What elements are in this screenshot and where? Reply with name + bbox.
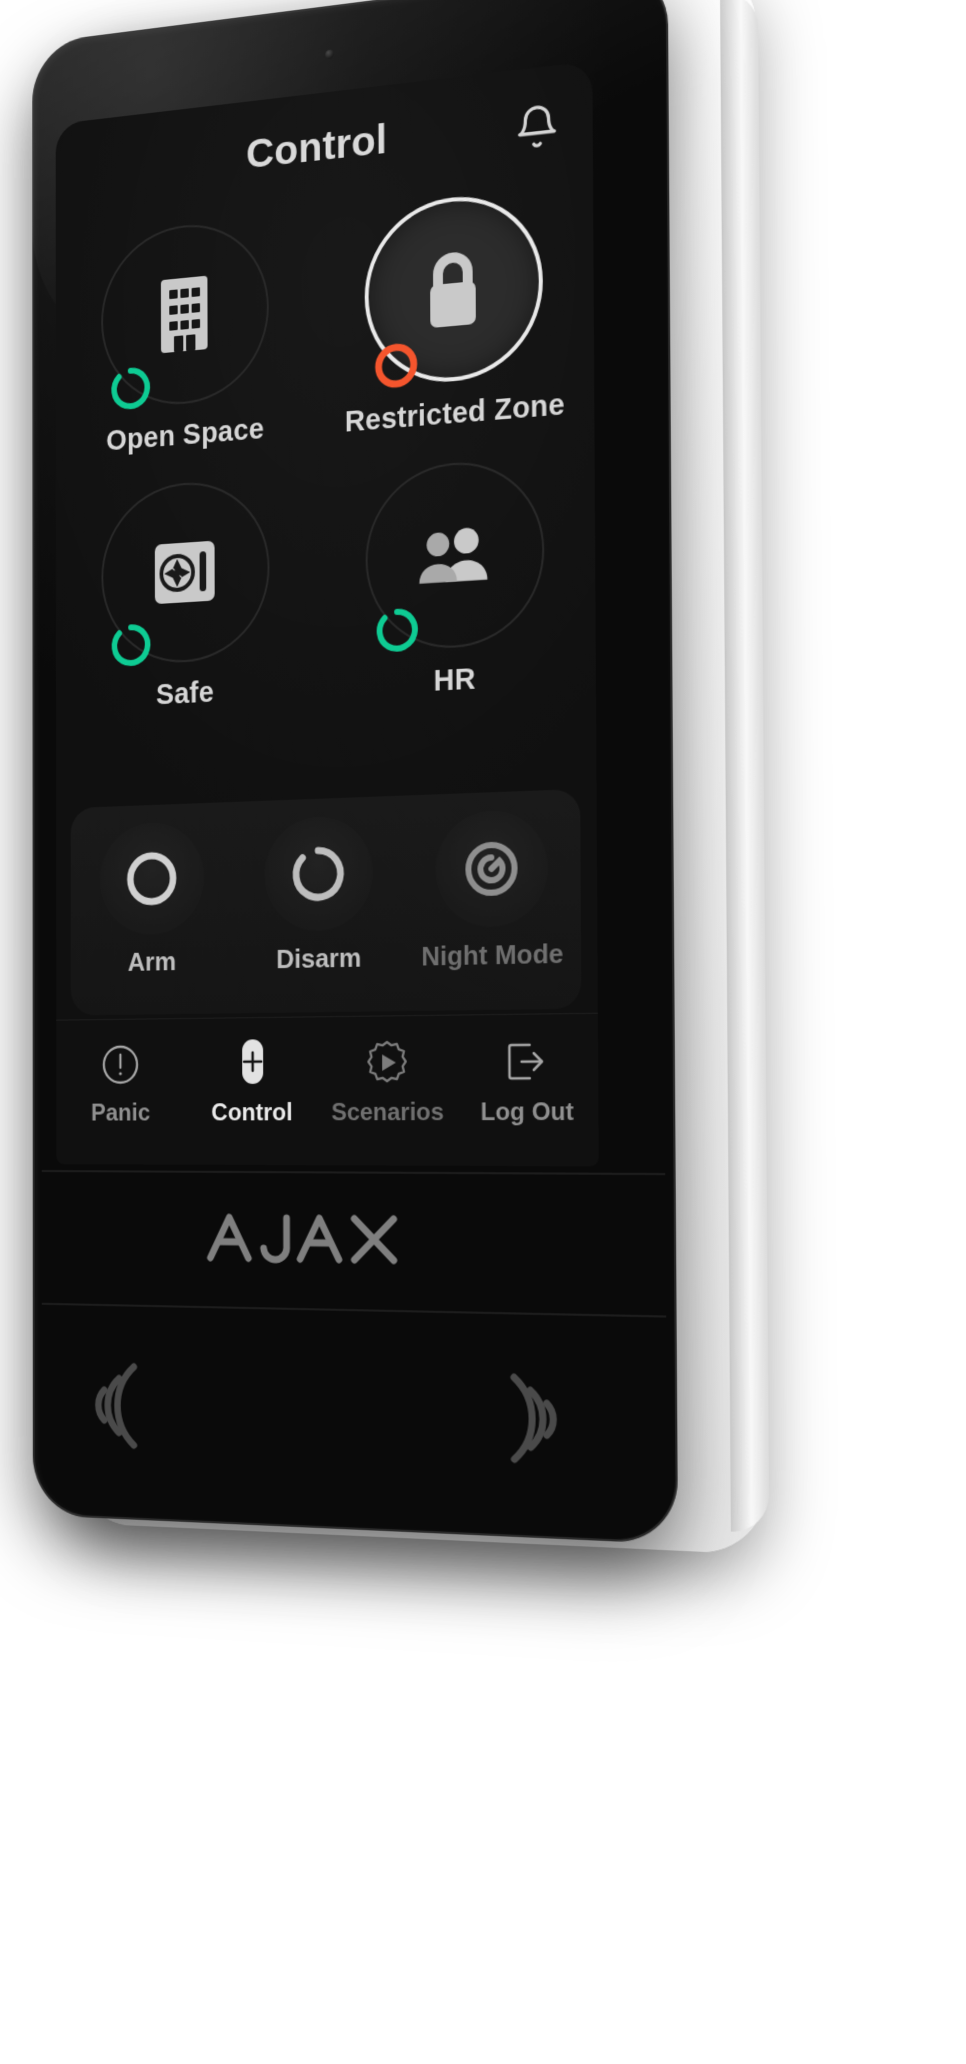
nav-item-log-out[interactable]: Log Out [456, 1031, 599, 1167]
control-plus-icon [186, 1034, 319, 1094]
divider-above-logo [41, 1170, 666, 1176]
status-arc-disarmed [372, 602, 423, 658]
nav-item-panic[interactable]: Panic [56, 1035, 186, 1165]
mode-label-disarm: Disarm [276, 942, 362, 975]
group-tile-restricted-zone[interactable] [364, 188, 544, 389]
group-tile-open-space[interactable] [101, 216, 270, 411]
nav-item-scenarios[interactable]: Scenarios [319, 1032, 457, 1166]
status-arc-disarmed [107, 361, 155, 416]
group-label-restricted-zone: Restricted Zone [344, 388, 565, 439]
bottom-navigation-bar: Panic Control Scenarios Log Out [56, 1012, 599, 1167]
disarm-circle-icon [264, 815, 373, 933]
mode-label-night-mode: Night Mode [421, 937, 564, 972]
nav-label-control: Control [211, 1098, 293, 1127]
group-tile-hr[interactable] [365, 456, 545, 653]
ajax-keypad-touchscreen-device: Control Open Space Restricted Zone Safe … [32, 0, 770, 1557]
nav-label-scenarios: Scenarios [331, 1098, 444, 1127]
group-label-safe: Safe [155, 676, 215, 712]
page-title: Control [246, 115, 388, 178]
screen-header: Control [56, 86, 593, 216]
group-cell-safe: Safe [56, 473, 318, 718]
status-arc-disarmed [107, 618, 155, 672]
ajax-wordmark [205, 1207, 438, 1269]
device-front-shell: Control Open Space Restricted Zone Safe … [32, 0, 679, 1545]
safe-vault-icon [147, 529, 224, 615]
nfc-waves-left-icon [78, 1349, 167, 1462]
office-building-icon [146, 270, 222, 358]
group-row-1: Open Space Restricted Zone [56, 183, 595, 463]
mode-label-arm: Arm [127, 946, 177, 977]
arm-modes-panel: Arm Disarm Night Mode [70, 788, 582, 1016]
tile-ring [365, 456, 545, 653]
device-perspective-wrapper: Control Open Space Restricted Zone Safe … [0, 0, 966, 2064]
arm-circle-icon [99, 821, 205, 936]
group-label-open-space: Open Space [106, 413, 265, 458]
scenarios-gear-play-icon [319, 1032, 457, 1093]
tile-ring-selected [364, 188, 544, 389]
group-cell-open-space: Open Space [56, 212, 317, 463]
nav-item-control[interactable]: Control [186, 1034, 320, 1166]
panic-alert-icon [56, 1035, 185, 1094]
mode-button-disarm[interactable]: Disarm [234, 814, 405, 1013]
people-group-icon [413, 510, 495, 599]
group-tile-safe[interactable] [101, 476, 270, 667]
nfc-reader-band[interactable] [56, 1309, 600, 1522]
group-row-2: Safe HR [56, 452, 596, 718]
brand-logo-band [56, 1176, 599, 1304]
nav-label-panic: Panic [90, 1099, 151, 1127]
group-tiles-grid: Open Space Restricted Zone Safe HR [56, 183, 596, 718]
group-label-hr: HR [433, 662, 476, 698]
mode-button-arm[interactable]: Arm [71, 820, 235, 1015]
status-ring-armed [371, 337, 422, 394]
touchscreen-display[interactable]: Control Open Space Restricted Zone Safe … [55, 60, 599, 1167]
device-side-edge [720, 0, 770, 1534]
ambient-sensor-dot [325, 49, 334, 60]
